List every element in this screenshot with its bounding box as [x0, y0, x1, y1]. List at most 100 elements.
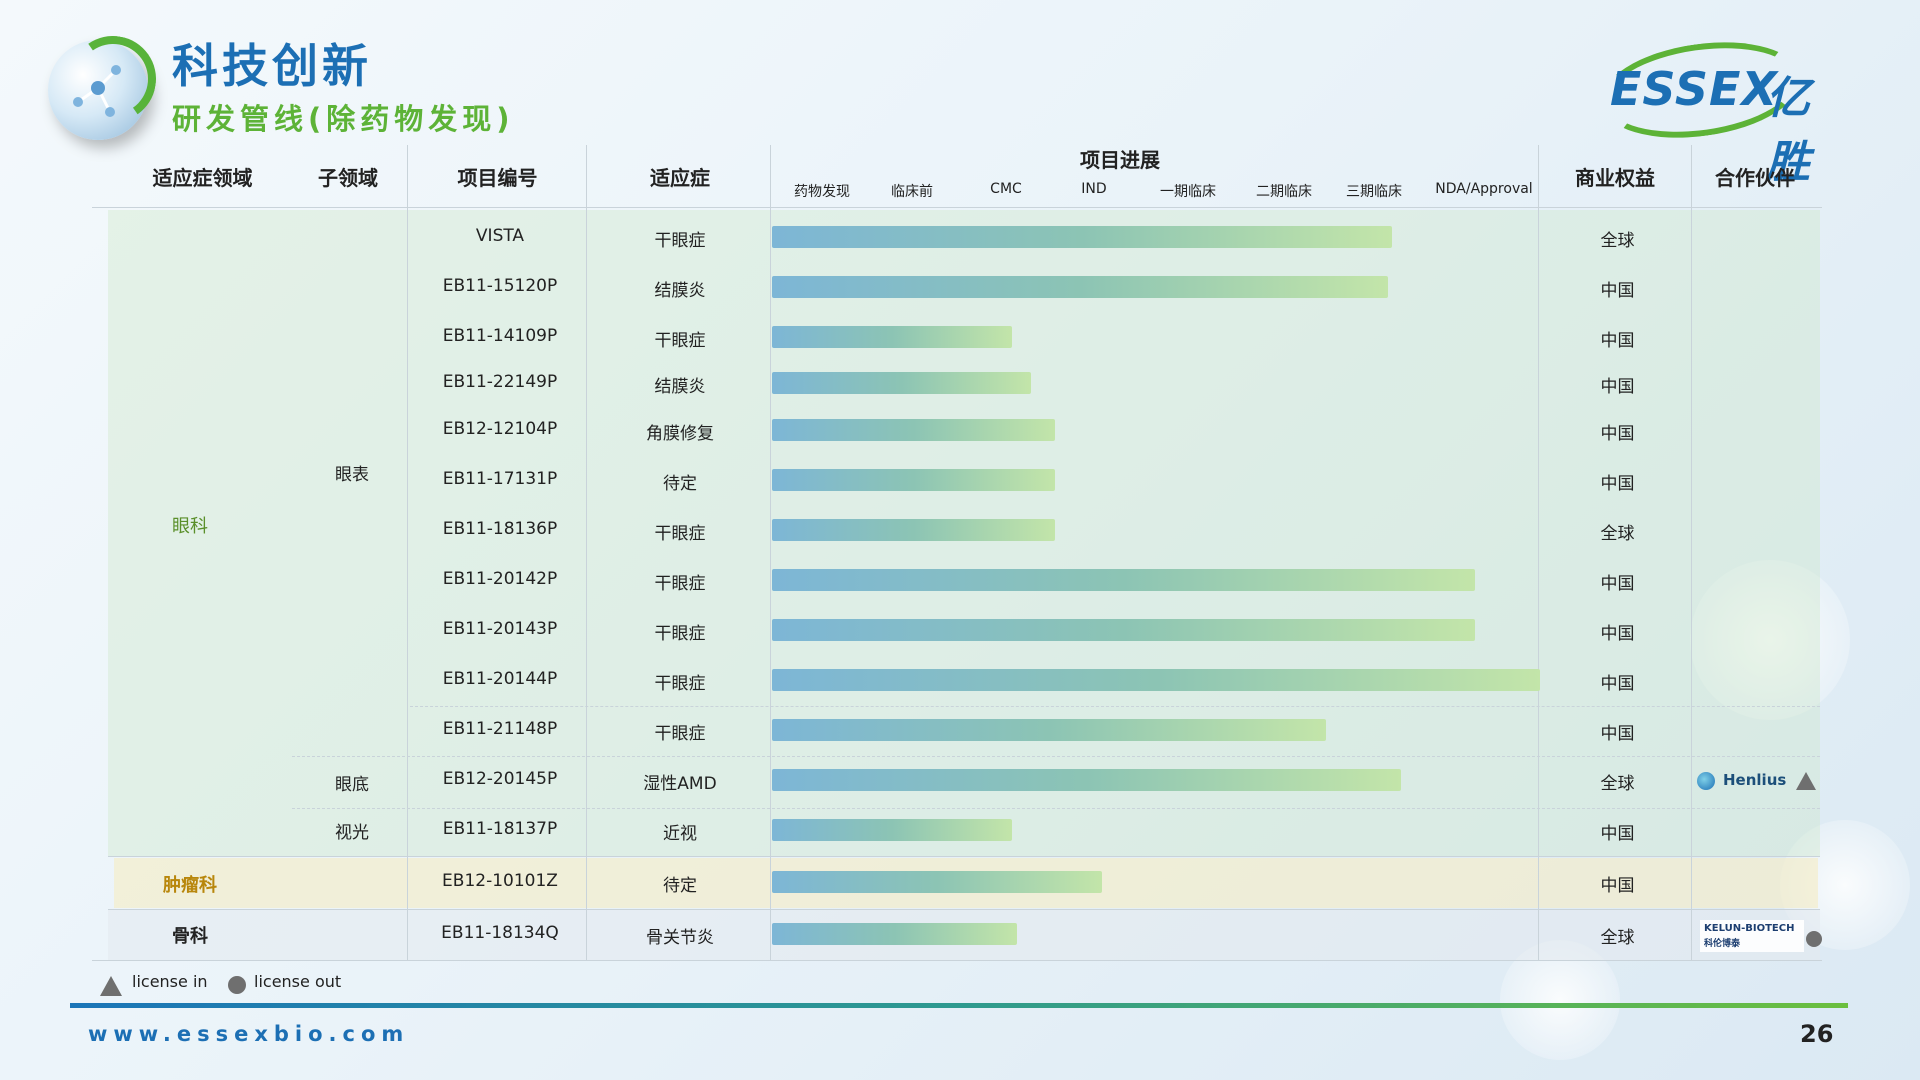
row-dash — [410, 706, 1820, 707]
project-code: EB11-14109P — [442, 326, 558, 346]
progress-bar — [772, 923, 1017, 945]
project-code: EB11-18136P — [442, 519, 558, 539]
area-ophthalmology: 眼科 — [172, 516, 208, 537]
indication: 湿性AMD — [643, 774, 717, 794]
indication: 结膜炎 — [654, 377, 706, 397]
commercial-rights: 全球 — [1600, 928, 1635, 948]
logo-latin: ESSEX — [1610, 62, 1778, 116]
indication: 待定 — [663, 474, 697, 494]
header-partner: 合作伙伴 — [1715, 166, 1795, 190]
project-code: EB12-10101Z — [442, 871, 558, 891]
indication: 干眼症 — [654, 524, 706, 544]
page-number: 26 — [1800, 1020, 1834, 1048]
header-area: 适应症领域 — [152, 166, 253, 190]
commercial-rights: 中国 — [1600, 624, 1635, 644]
footer-rule — [70, 1003, 1848, 1008]
commercial-rights: 中国 — [1600, 724, 1635, 744]
project-code: EB11-20144P — [442, 669, 558, 689]
project-code: EB11-20143P — [442, 619, 558, 639]
progress-bar — [772, 519, 1055, 541]
progress-bar — [772, 669, 1540, 691]
project-code: EB12-20145P — [442, 769, 558, 789]
molecule-orb-icon — [48, 40, 148, 140]
indication: 干眼症 — [654, 574, 706, 594]
commercial-rights: 中国 — [1600, 281, 1635, 301]
header-indication: 适应症 — [650, 166, 710, 190]
progress-bar — [772, 226, 1392, 248]
stage-label: 二期临床 — [1256, 184, 1312, 200]
area-orthopedics: 骨科 — [172, 926, 208, 947]
commercial-rights: 中国 — [1600, 824, 1635, 844]
project-code: VISTA — [475, 226, 525, 246]
indication: 待定 — [663, 876, 697, 896]
col-divider — [770, 145, 771, 960]
progress-bar — [772, 569, 1475, 591]
col-divider — [1538, 145, 1539, 960]
project-code: EB11-18134Q — [441, 923, 559, 943]
legend-license-out: license out — [254, 972, 342, 991]
commercial-rights: 中国 — [1600, 674, 1635, 694]
page-title: 科技创新 — [172, 39, 372, 93]
commercial-rights: 中国 — [1600, 377, 1635, 397]
header-subarea: 子领域 — [318, 166, 378, 190]
project-code: EB12-12104P — [442, 419, 558, 439]
row-rule — [108, 856, 1820, 857]
stage-label: CMC — [990, 181, 1022, 197]
partner-kelun-cn: 科伦博泰 — [1704, 939, 1741, 949]
stage-label: 一期临床 — [1160, 184, 1216, 200]
col-divider — [1691, 145, 1692, 960]
project-code: EB11-22149P — [442, 372, 558, 392]
project-code: EB11-15120P — [442, 276, 558, 296]
commercial-rights: 中国 — [1600, 474, 1635, 494]
progress-bar — [772, 326, 1012, 348]
commercial-rights: 全球 — [1600, 231, 1635, 251]
commercial-rights: 中国 — [1600, 331, 1635, 351]
progress-bar — [772, 469, 1055, 491]
partner-kelun-label: KELUN-BIOTECH — [1704, 923, 1795, 934]
progress-bar — [772, 276, 1388, 298]
indication: 干眼症 — [654, 231, 706, 251]
stage-label: IND — [1081, 181, 1107, 197]
commercial-rights: 全球 — [1600, 774, 1635, 794]
indication: 干眼症 — [654, 331, 706, 351]
subarea-fundus: 眼底 — [335, 775, 369, 795]
indication: 干眼症 — [654, 724, 706, 744]
project-code: EB11-18137P — [442, 819, 558, 839]
commercial-rights: 全球 — [1600, 524, 1635, 544]
header-rights: 商业权益 — [1575, 166, 1655, 190]
subarea-ocular-surface: 眼表 — [335, 465, 369, 485]
progress-bar — [772, 419, 1055, 441]
progress-bar — [772, 819, 1012, 841]
page-subtitle: 研发管线(除药物发现) — [172, 102, 515, 136]
table-bottom-rule — [92, 960, 1822, 961]
row-dash — [292, 756, 1820, 757]
subarea-vision: 视光 — [335, 823, 369, 843]
project-code: EB11-17131P — [442, 469, 558, 489]
partner-kelun: KELUN-BIOTECH 科伦博泰 — [1700, 920, 1804, 952]
progress-bar — [772, 619, 1475, 641]
indication: 骨关节炎 — [646, 928, 714, 948]
row-rule — [108, 909, 1820, 910]
project-code: EB11-20142P — [442, 569, 558, 589]
legend-circle-icon — [228, 976, 246, 994]
project-code: EB11-21148P — [442, 719, 558, 739]
header-progress: 项目进展 — [1080, 148, 1160, 172]
essex-logo: ESSEX 亿胜 — [1594, 30, 1850, 188]
header-bottom-rule — [92, 207, 1822, 208]
stage-label: 临床前 — [891, 184, 933, 200]
commercial-rights: 中国 — [1600, 424, 1635, 444]
col-divider — [586, 145, 587, 960]
progress-bar — [772, 871, 1102, 893]
row-dash — [292, 808, 1820, 809]
indication: 干眼症 — [654, 624, 706, 644]
commercial-rights: 中国 — [1600, 876, 1635, 896]
area-oncology: 肿瘤科 — [163, 875, 217, 896]
indication: 近视 — [663, 824, 697, 844]
partner-henlius-label: Henlius — [1723, 771, 1787, 789]
commercial-rights: 中国 — [1600, 574, 1635, 594]
license-out-marker — [1806, 931, 1822, 947]
legend-triangle-icon — [100, 976, 122, 996]
license-in-marker — [1796, 772, 1816, 790]
footer-url[interactable]: www.essexbio.com — [88, 1022, 409, 1046]
progress-bar — [772, 769, 1401, 791]
